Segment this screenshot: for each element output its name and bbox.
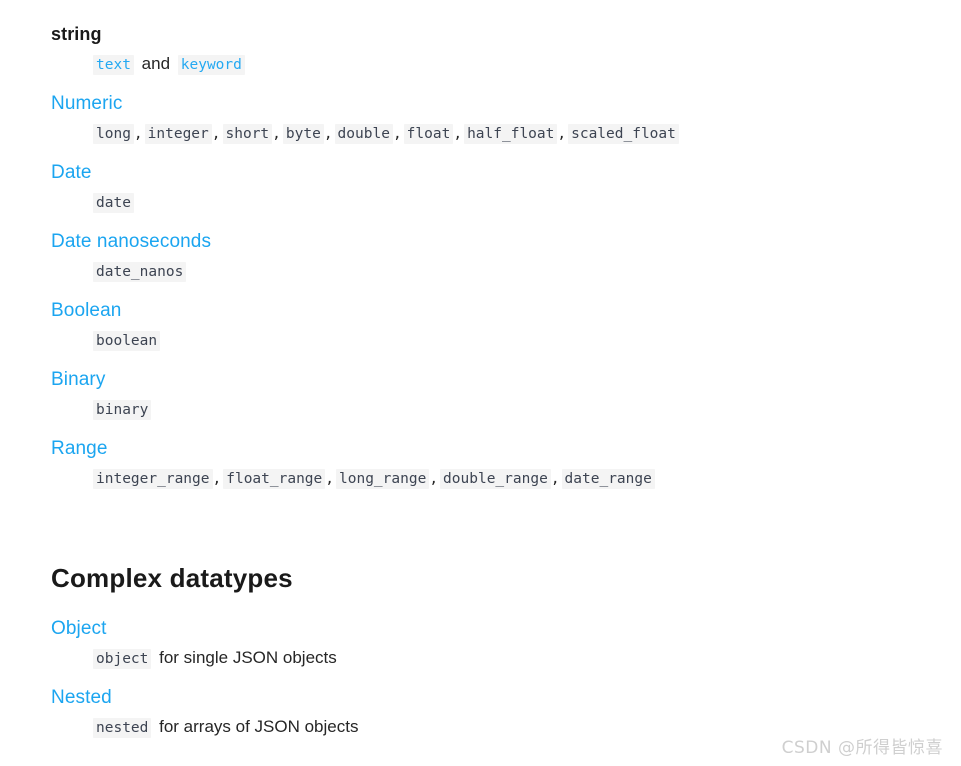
code-token-scaled-float: scaled_float — [568, 124, 679, 144]
separator: , — [133, 126, 143, 142]
separator: , — [325, 471, 334, 487]
simple-datatypes-list: string text and keyword Numeric long, intege… — [51, 22, 911, 491]
section-values: boolean — [93, 328, 911, 353]
code-token-binary: binary — [93, 400, 152, 420]
code-token-byte: byte — [282, 124, 324, 144]
datatype-section-numeric: Numeric long, integer, short, byte, double, fl… — [51, 91, 911, 146]
section-heading-object[interactable]: Object — [51, 616, 911, 641]
datatype-section-date-nanoseconds: Date nanoseconds date_nanos — [51, 229, 911, 284]
code-token-float: float — [403, 124, 454, 144]
separator: , — [557, 126, 567, 142]
section-heading-string: string — [51, 24, 102, 44]
code-token-keyword[interactable]: keyword — [177, 55, 245, 75]
datatype-section-boolean: Boolean boolean — [51, 298, 911, 353]
section-heading-numeric[interactable]: Numeric — [51, 91, 911, 116]
datatype-section-object: Object object for single JSON objects — [51, 616, 911, 671]
code-token-half-float: half_float — [464, 124, 558, 144]
code-token-date: date — [93, 193, 134, 213]
section-values: date_nanos — [93, 259, 911, 284]
section-values: date — [93, 190, 911, 215]
text-fragment: and — [141, 54, 171, 73]
datatype-section-string: string text and keyword — [51, 22, 911, 77]
section-values: long, integer, short, byte, double, float, hal… — [93, 121, 911, 146]
code-token-long: long — [93, 124, 134, 144]
section-heading-date[interactable]: Date — [51, 160, 911, 185]
separator: , — [323, 126, 333, 142]
complex-datatypes-list: Object object for single JSON objects Nest… — [51, 616, 911, 740]
code-token-nested: nested — [93, 718, 152, 738]
code-token-object: object — [93, 649, 152, 669]
separator: , — [453, 126, 463, 142]
code-token-integer-range: integer_range — [93, 469, 213, 489]
section-heading-boolean[interactable]: Boolean — [51, 298, 911, 323]
separator: , — [211, 126, 221, 142]
separator: , — [212, 471, 222, 487]
section-values: text and keyword — [93, 52, 911, 77]
separator: , — [392, 126, 402, 142]
code-token-double: double — [334, 124, 393, 144]
section-values: integer_range, float_range, long_range, dou… — [93, 466, 911, 491]
text-fragment: for single JSON objects — [159, 648, 337, 667]
code-token-float-range: float_range — [223, 469, 326, 489]
document-content: string text and keyword Numeric long, intege… — [51, 22, 911, 754]
separator: , — [272, 126, 281, 142]
text-fragment: for arrays of JSON objects — [159, 717, 359, 736]
section-values: object for single JSON objects — [93, 646, 911, 671]
datatype-section-date: Date date — [51, 160, 911, 215]
complex-datatypes-title: Complex datatypes — [51, 563, 293, 593]
watermark: CSDN @所得皆惊喜 — [781, 738, 943, 758]
code-token-boolean: boolean — [93, 331, 161, 351]
section-heading-binary[interactable]: Binary — [51, 367, 911, 392]
separator: , — [550, 471, 560, 487]
code-token-integer: integer — [144, 124, 212, 144]
section-heading-nested[interactable]: Nested — [51, 685, 911, 710]
code-token-short: short — [222, 124, 273, 144]
datatype-section-binary: Binary binary — [51, 367, 911, 422]
datatype-section-nested: Nested nested for arrays of JSON objects — [51, 685, 911, 740]
section-heading-date-nanoseconds[interactable]: Date nanoseconds — [51, 229, 911, 254]
document-page: string text and keyword Numeric long, intege… — [0, 0, 961, 766]
code-token-date-nanos: date_nanos — [93, 262, 187, 282]
section-heading-range[interactable]: Range — [51, 436, 911, 461]
section-values: binary — [93, 397, 911, 422]
code-token-double-range: double_range — [440, 469, 551, 489]
code-token-date-range: date_range — [561, 469, 655, 489]
code-token-long-range: long_range — [336, 469, 430, 489]
separator: , — [429, 471, 439, 487]
code-token-text[interactable]: text — [93, 55, 134, 75]
datatype-section-range: Range integer_range, float_range, long_rang… — [51, 436, 911, 491]
